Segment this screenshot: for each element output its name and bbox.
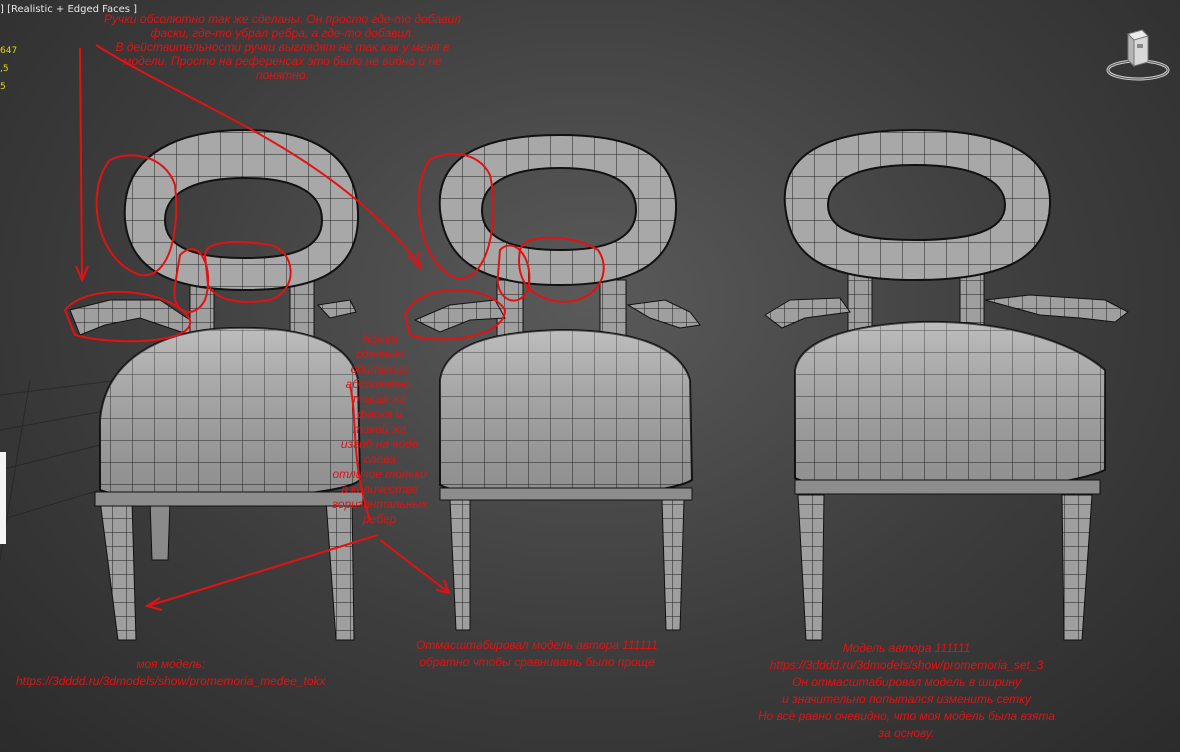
stat-line: 5	[0, 82, 6, 92]
note-handles: Ручки обсолютно так же сделаны. Он прост…	[104, 12, 461, 82]
note-line: за основу.	[878, 726, 935, 740]
viewport-stats: 647 ,5 5	[0, 42, 17, 96]
note-line: Он отмасштабировал модель в ширину	[791, 675, 1022, 689]
note-line: обратно чтобы сравнивать было проще	[419, 655, 655, 669]
note-rescaled: Отмасштабировал модель автора 111111 обр…	[416, 637, 658, 671]
note-author: Модель автора 111111 https://3dddd.ru/3d…	[758, 640, 1055, 742]
note-line: фаска и	[357, 407, 403, 421]
note-line: моя модель:	[136, 657, 206, 671]
chair-mesh-author[interactable]	[764, 128, 1129, 641]
note-line: ребер	[362, 512, 397, 526]
note-line: фаски, где-то убрал ребра, а где-то доба…	[150, 26, 415, 40]
note-line: горизонтальных	[332, 497, 428, 511]
chair-mesh-rescaled[interactable]	[413, 133, 701, 631]
note-my-model: моя модель: https://3dddd.ru/3dmodels/sh…	[16, 656, 326, 690]
note-line: понятно.	[255, 68, 309, 82]
side-panel-edge	[0, 452, 6, 544]
note-line: Модель автора 111111	[842, 641, 971, 655]
note-line: отличие только	[332, 467, 427, 481]
stat-line: ,5	[0, 64, 9, 74]
note-link: https://3dddd.ru/3dmodels/show/promemori…	[769, 658, 1044, 672]
note-line: в количестве	[341, 482, 418, 496]
note-line: Ручки обсолютно так же сделаны. Он прост…	[104, 12, 461, 26]
note-line: одинаково	[350, 362, 409, 376]
note-line: абсолютно,	[345, 377, 414, 391]
viewport-bracket: ]	[0, 4, 4, 15]
note-line: В действительности ручки выглядят не так…	[115, 40, 450, 54]
note-line: изгиб на виде	[340, 437, 419, 451]
note-link: https://3dddd.ru/3dmodels/show/promemori…	[16, 674, 326, 688]
note-line: сделаны	[355, 347, 404, 361]
note-legs: Ножки сделаны одинаково абсолютно, такая…	[332, 332, 427, 527]
note-line: слева	[363, 452, 396, 466]
note-line: Ножки	[361, 332, 398, 346]
note-line: такой же	[352, 422, 407, 436]
stat-line: 647	[0, 46, 18, 56]
note-line: Отмасштабировал модель автора 111111	[416, 638, 658, 652]
note-line: Но всё равно очевидно, что моя модель бы…	[758, 709, 1055, 723]
note-line: модели. Просто на референсах это было не…	[123, 54, 442, 68]
note-line: и значительно попытался изменить сетку	[782, 692, 1031, 706]
note-line: такая же	[352, 392, 407, 406]
viewcube-icon[interactable]	[1104, 22, 1172, 82]
chair-mesh-mine[interactable]	[69, 128, 364, 641]
